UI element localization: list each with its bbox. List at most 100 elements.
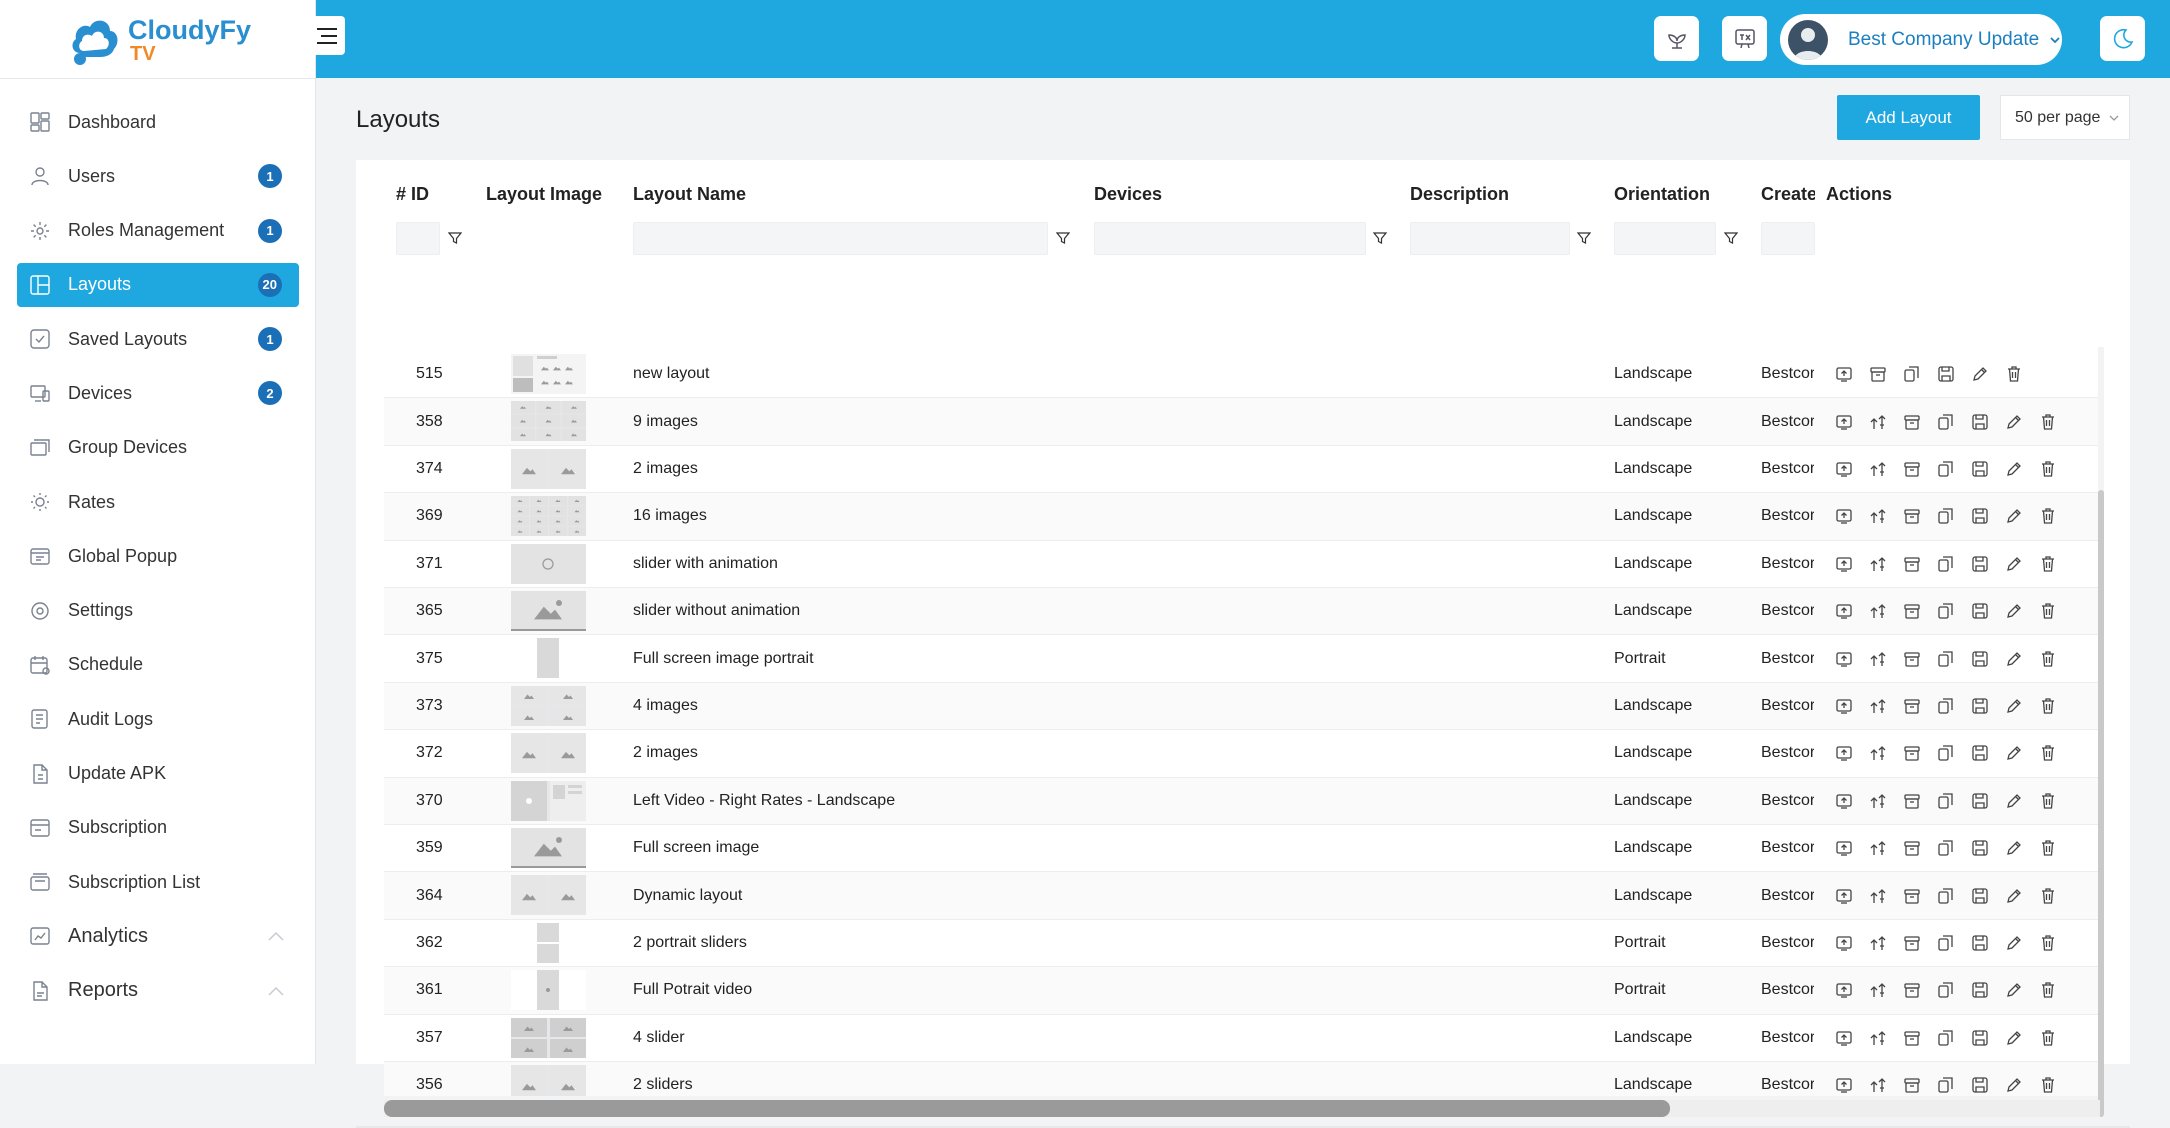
chevron-up-icon[interactable] [267, 985, 285, 997]
sidebar-item-schedule[interactable]: Schedule [17, 643, 299, 687]
copy-icon[interactable] [1937, 602, 1955, 620]
layout-thumbnail[interactable] [511, 780, 586, 821]
delete-icon[interactable] [2005, 365, 2023, 383]
cast-icon[interactable] [1835, 839, 1853, 857]
filter-icon[interactable] [1373, 231, 1387, 245]
archive-icon[interactable] [1903, 697, 1921, 715]
copy-icon[interactable] [1937, 887, 1955, 905]
upload-icon[interactable] [1869, 697, 1887, 715]
layout-thumbnail[interactable] [511, 496, 586, 537]
edit-icon[interactable] [2005, 1076, 2023, 1094]
archive-icon[interactable] [1903, 887, 1921, 905]
table-row[interactable]: 356 2 sliders Landscape Bestcor [384, 1062, 2100, 1096]
delete-icon[interactable] [2039, 934, 2057, 952]
archive-icon[interactable] [1903, 981, 1921, 999]
upload-icon[interactable] [1869, 413, 1887, 431]
edit-icon[interactable] [2005, 1029, 2023, 1047]
header-description[interactable]: Description [1410, 184, 1509, 205]
cast-icon[interactable] [1835, 887, 1853, 905]
vertical-scrollbar-thumb[interactable] [2098, 490, 2104, 1117]
sidebar-item-roles-management[interactable]: Roles Management 1 [17, 209, 299, 253]
archive-icon[interactable] [1903, 507, 1921, 525]
edit-icon[interactable] [2005, 460, 2023, 478]
edit-icon[interactable] [2005, 602, 2023, 620]
save-icon[interactable] [1971, 744, 1989, 762]
sidebar-item-dashboard[interactable]: Dashboard [17, 100, 299, 144]
edit-icon[interactable] [2005, 792, 2023, 810]
description-filter-input[interactable] [1410, 222, 1570, 255]
table-row[interactable]: 358 9 images Landscape Bestcor [384, 398, 2100, 446]
cast-icon[interactable] [1835, 413, 1853, 431]
save-icon[interactable] [1971, 1029, 1989, 1047]
cast-icon[interactable] [1835, 934, 1853, 952]
copy-icon[interactable] [1937, 744, 1955, 762]
save-icon[interactable] [1971, 697, 1989, 715]
chevron-up-icon[interactable] [267, 930, 285, 942]
sidebar-item-analytics[interactable]: Analytics [17, 914, 299, 958]
company-switcher[interactable]: Best Company Update [1780, 14, 2062, 65]
copy-icon[interactable] [1937, 792, 1955, 810]
archive-icon[interactable] [1903, 650, 1921, 668]
cast-icon[interactable] [1835, 555, 1853, 573]
table-row[interactable]: 359 Full screen image Landscape Bestcor [384, 825, 2100, 873]
save-icon[interactable] [1971, 602, 1989, 620]
edit-icon[interactable] [2005, 744, 2023, 762]
cast-icon[interactable] [1835, 697, 1853, 715]
sidebar-item-users[interactable]: Users 1 [17, 154, 299, 198]
cast-icon[interactable] [1835, 1076, 1853, 1094]
cast-icon[interactable] [1835, 602, 1853, 620]
translate-icon-button[interactable] [1722, 16, 1767, 61]
table-row[interactable]: 361 Full Potrait video Portrait Bestcor [384, 967, 2100, 1015]
upload-icon[interactable] [1869, 1029, 1887, 1047]
layout-thumbnail[interactable] [511, 543, 586, 584]
sidebar-item-global-popup[interactable]: Global Popup [17, 534, 299, 578]
filter-icon[interactable] [1577, 231, 1591, 245]
upload-icon[interactable] [1869, 602, 1887, 620]
sidebar-item-devices[interactable]: Devices 2 [17, 371, 299, 415]
delete-icon[interactable] [2039, 460, 2057, 478]
copy-icon[interactable] [1937, 650, 1955, 668]
sidebar-item-saved-layouts[interactable]: Saved Layouts 1 [17, 317, 299, 361]
copy-icon[interactable] [1937, 507, 1955, 525]
table-row[interactable]: 369 16 images Landscape Bestcor [384, 493, 2100, 541]
table-row[interactable]: 375 Full screen image portrait Portrait Bes… [384, 635, 2100, 683]
cast-icon[interactable] [1835, 507, 1853, 525]
save-icon[interactable] [1971, 555, 1989, 573]
copy-icon[interactable] [1937, 839, 1955, 857]
delete-icon[interactable] [2039, 981, 2057, 999]
delete-icon[interactable] [2039, 792, 2057, 810]
archive-icon[interactable] [1903, 413, 1921, 431]
header-layout-name[interactable]: Layout Name [633, 184, 746, 205]
sidebar-item-group-devices[interactable]: Group Devices [17, 426, 299, 470]
filter-icon[interactable] [448, 231, 462, 245]
table-row[interactable]: 374 2 images Landscape Bestcor [384, 446, 2100, 494]
table-row[interactable]: 372 2 images Landscape Bestcor [384, 730, 2100, 778]
layout-thumbnail[interactable] [511, 591, 586, 631]
table-row[interactable]: 370 Left Video - Right Rates - Landscape L… [384, 777, 2100, 825]
orientation-filter-input[interactable] [1614, 222, 1716, 255]
id-filter-input[interactable] [396, 222, 440, 255]
sidebar-item-layouts[interactable]: Layouts 20 [17, 262, 299, 307]
delete-icon[interactable] [2039, 413, 2057, 431]
upload-icon[interactable] [1869, 792, 1887, 810]
archive-icon[interactable] [1903, 792, 1921, 810]
save-icon[interactable] [1971, 839, 1989, 857]
archive-icon[interactable] [1903, 1076, 1921, 1094]
created-filter-input[interactable] [1761, 222, 1815, 255]
header-orientation[interactable]: Orientation [1614, 184, 1710, 205]
archive-icon[interactable] [1903, 934, 1921, 952]
logo[interactable]: CloudyFy TV [70, 12, 270, 68]
archive-icon[interactable] [1903, 744, 1921, 762]
add-layout-button[interactable]: Add Layout [1837, 95, 1980, 140]
edit-icon[interactable] [2005, 650, 2023, 668]
edit-icon[interactable] [2005, 507, 2023, 525]
layout-thumbnail[interactable] [511, 401, 586, 442]
upload-icon[interactable] [1869, 934, 1887, 952]
layout-thumbnail[interactable] [511, 970, 586, 1011]
delete-icon[interactable] [2039, 507, 2057, 525]
save-icon[interactable] [1971, 650, 1989, 668]
edit-icon[interactable] [2005, 981, 2023, 999]
delete-icon[interactable] [2039, 650, 2057, 668]
edit-icon[interactable] [2005, 697, 2023, 715]
cast-icon[interactable] [1835, 650, 1853, 668]
